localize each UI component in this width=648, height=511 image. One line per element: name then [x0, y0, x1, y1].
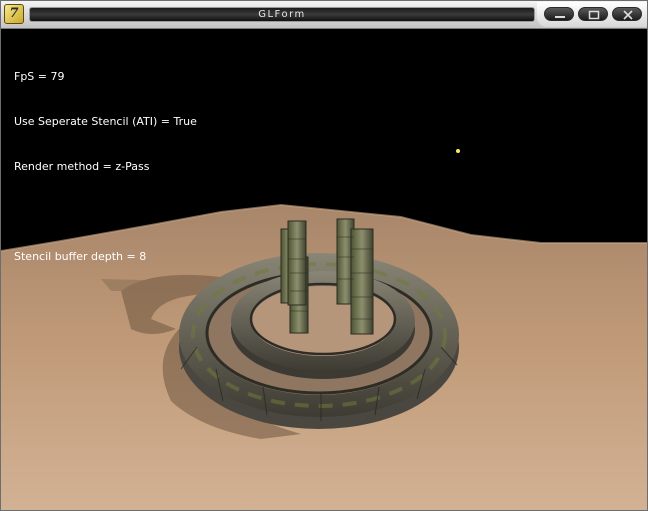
title-strip: GLForm	[29, 7, 535, 22]
stencil-mode-readout: Use Seperate Stencil (ATI) = True	[14, 115, 197, 128]
light-source	[456, 149, 460, 153]
window-title: GLForm	[258, 9, 306, 20]
minimize-button[interactable]	[544, 7, 574, 21]
stone-ring-inner	[231, 271, 415, 379]
close-button[interactable]	[612, 7, 642, 21]
hud-overlay: FpS = 79 Use Seperate Stencil (ATI) = Tr…	[14, 39, 197, 294]
fps-readout: FpS = 79	[14, 70, 65, 83]
glform-window: 7 GLForm FpS = 79 Use Seperate Stencil (…	[0, 0, 648, 511]
close-icon	[623, 10, 633, 20]
minimize-icon	[555, 16, 565, 18]
window-controls	[537, 2, 647, 27]
maximize-icon	[588, 10, 600, 20]
gl-viewport[interactable]: FpS = 79 Use Seperate Stencil (ATI) = Tr…	[1, 29, 647, 510]
render-method-readout: Render method = z-Pass	[14, 160, 150, 173]
title-bar[interactable]: 7 GLForm	[1, 1, 647, 29]
app-icon[interactable]: 7	[4, 4, 24, 24]
maximize-button[interactable]	[578, 7, 608, 21]
stencil-depth-readout: Stencil buffer depth = 8	[14, 250, 147, 263]
hud-spacer	[14, 204, 197, 219]
